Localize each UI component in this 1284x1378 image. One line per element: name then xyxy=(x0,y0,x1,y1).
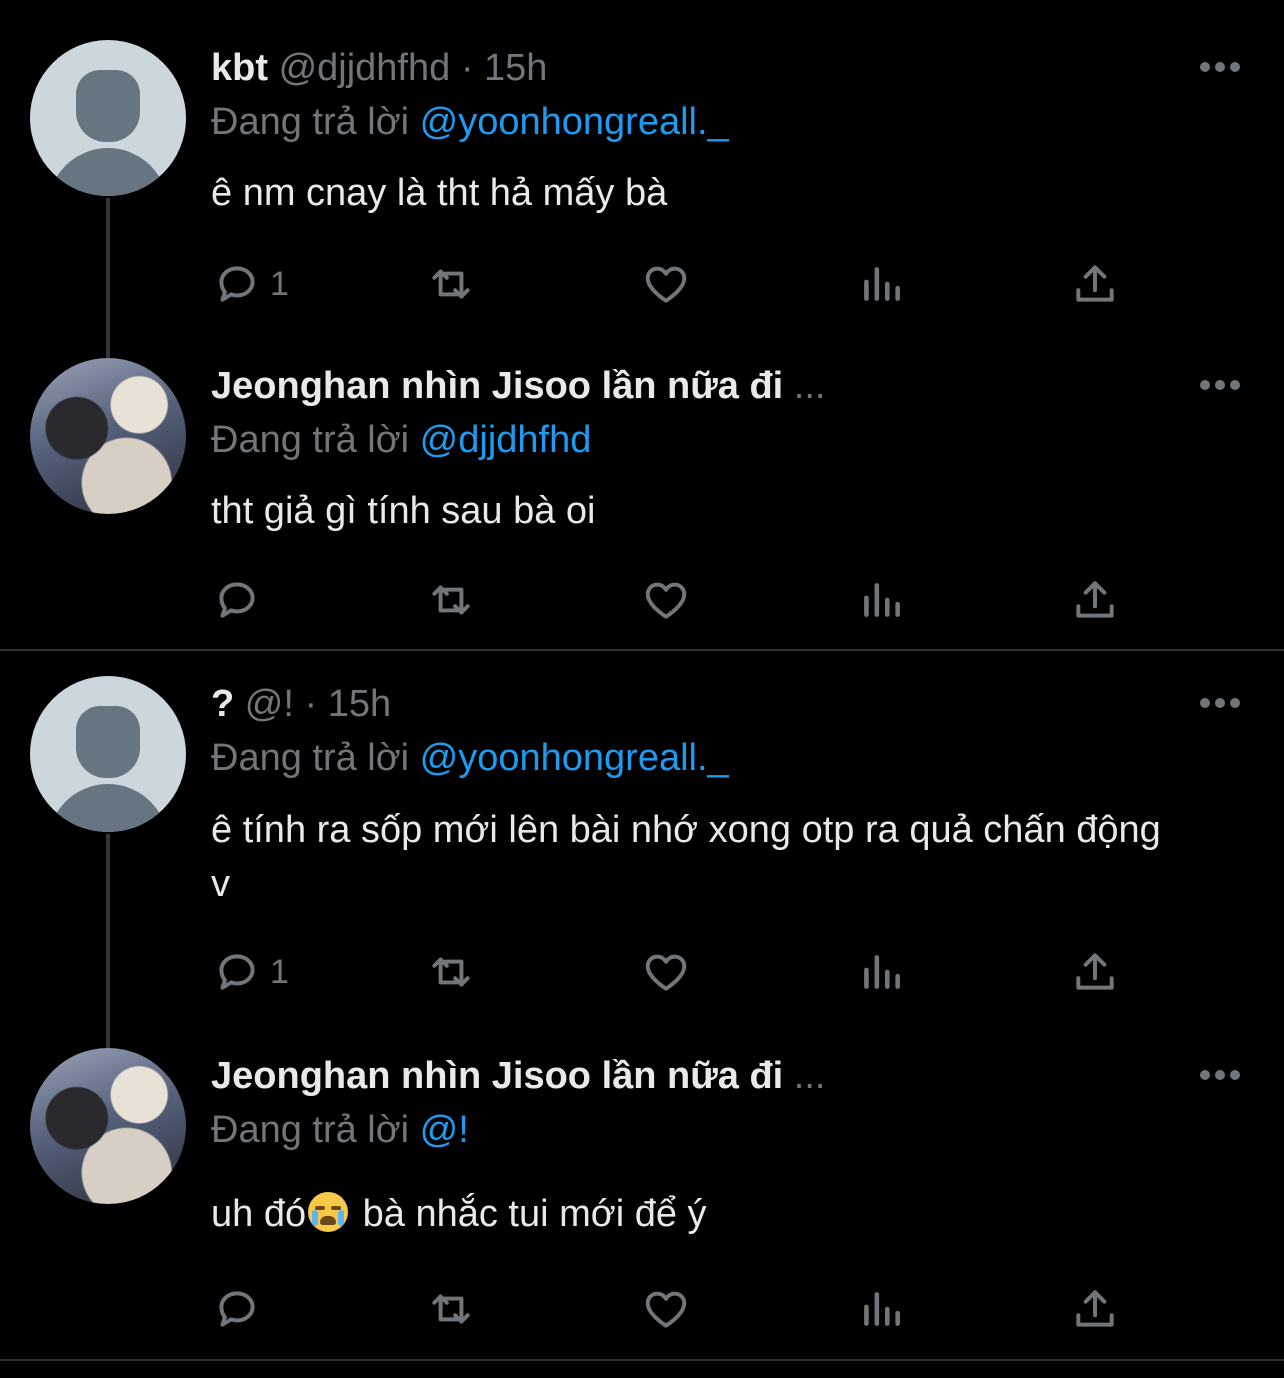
share-button[interactable] xyxy=(1070,942,1120,1002)
share-icon xyxy=(1070,575,1120,625)
like-button[interactable] xyxy=(641,942,691,1002)
reply-icon xyxy=(212,259,262,309)
tweet-1[interactable]: kbt @djjdhfhd · 15h Đang trả lời @yoonho… xyxy=(0,0,1284,358)
name-ellipsis: ... xyxy=(793,365,826,407)
avatar[interactable] xyxy=(30,40,186,196)
name-ellipsis: ... xyxy=(793,1055,826,1097)
handle[interactable]: @djjdhfhd xyxy=(279,47,451,89)
tweet-header: kbt @djjdhfhd · 15h xyxy=(211,40,547,96)
reply-button[interactable] xyxy=(212,570,262,630)
reply-mention[interactable]: @djjdhfhd xyxy=(420,419,592,461)
action-bar xyxy=(0,1279,1284,1339)
more-icon[interactable] xyxy=(1200,698,1240,710)
retweet-button[interactable] xyxy=(426,942,476,1002)
display-name[interactable]: kbt xyxy=(211,47,268,89)
display-name[interactable]: ? xyxy=(211,683,234,725)
more-icon[interactable] xyxy=(1200,1070,1240,1082)
action-bar xyxy=(0,570,1284,630)
timestamp[interactable]: 15h xyxy=(484,47,547,89)
views-icon xyxy=(856,259,906,309)
views-icon xyxy=(856,947,906,997)
reply-icon xyxy=(212,575,262,625)
handle[interactable]: @! xyxy=(245,683,294,725)
crying-emoji-icon xyxy=(308,1192,349,1232)
separator: · xyxy=(304,683,318,725)
action-bar: 1 xyxy=(0,942,1284,1002)
reply-button[interactable] xyxy=(212,1279,262,1339)
views-button[interactable] xyxy=(856,942,906,1002)
retweet-icon xyxy=(426,575,476,625)
action-bar: 1 xyxy=(0,254,1284,314)
retweet-icon xyxy=(426,1284,476,1334)
like-button[interactable] xyxy=(641,570,691,630)
reply-button[interactable]: 1 xyxy=(212,254,289,314)
share-button[interactable] xyxy=(1070,254,1120,314)
tweet-header: Jeonghan nhìn Jisoo lần nữa đi ... xyxy=(211,358,825,414)
display-name[interactable]: Jeonghan nhìn Jisoo lần nữa đi xyxy=(211,365,783,407)
replying-to-label: Đang trả lời xyxy=(211,419,410,461)
share-button[interactable] xyxy=(1070,1279,1120,1339)
tweet-text: tht giả gì tính sau bà oi xyxy=(211,490,596,532)
like-button[interactable] xyxy=(641,254,691,314)
separator: · xyxy=(460,47,474,89)
tweet-text-start: uh đó xyxy=(211,1193,307,1235)
replying-to-label: Đang trả lời xyxy=(211,737,410,779)
reply-button[interactable]: 1 xyxy=(212,942,289,1002)
tweet-2[interactable]: Jeonghan nhìn Jisoo lần nữa đi ... Đang … xyxy=(0,330,1284,650)
reply-mention[interactable]: @yoonhongreall._ xyxy=(420,101,729,143)
avatar[interactable] xyxy=(30,1048,186,1204)
thread-divider xyxy=(0,1359,1284,1361)
more-icon[interactable] xyxy=(1200,62,1240,74)
timestamp[interactable]: 15h xyxy=(328,683,391,725)
views-button[interactable] xyxy=(856,570,906,630)
heart-icon xyxy=(641,947,691,997)
views-icon xyxy=(856,575,906,625)
replying-to: Đang trả lời @yoonhongreall._ xyxy=(211,94,729,150)
reply-mention[interactable]: @! xyxy=(420,1109,469,1151)
reply-icon xyxy=(212,1284,262,1334)
share-icon xyxy=(1070,947,1120,997)
tweet-text-end: bà nhắc tui mới để ý xyxy=(352,1193,707,1235)
replying-to-label: Đang trả lời xyxy=(211,101,410,143)
avatar[interactable] xyxy=(30,358,186,514)
reply-icon xyxy=(212,947,262,997)
views-icon xyxy=(856,1284,906,1334)
replying-to: Đang trả lời @! xyxy=(211,1102,469,1158)
more-icon[interactable] xyxy=(1200,380,1240,392)
replying-to: Đang trả lời @djjdhfhd xyxy=(211,412,591,468)
tweet-4[interactable]: Jeonghan nhìn Jisoo lần nữa đi ... Đang … xyxy=(0,1021,1284,1358)
display-name[interactable]: Jeonghan nhìn Jisoo lần nữa đi xyxy=(211,1055,783,1097)
replying-to-label: Đang trả lời xyxy=(211,1109,410,1151)
retweet-button[interactable] xyxy=(426,570,476,630)
tweet-3[interactable]: ? @! · 15h Đang trả lời @yoonhongreall._… xyxy=(0,651,1284,1049)
avatar[interactable] xyxy=(30,676,186,832)
retweet-icon xyxy=(426,259,476,309)
replying-to: Đang trả lời @yoonhongreall._ xyxy=(211,730,729,786)
retweet-button[interactable] xyxy=(426,254,476,314)
tweet-text: ê tính ra sốp mới lên bài nhớ xong otp r… xyxy=(211,809,1161,905)
tweet-text: uh đó bà nhắc tui mới để ý xyxy=(211,1187,1171,1241)
reply-count: 1 xyxy=(270,952,289,991)
share-button[interactable] xyxy=(1070,570,1120,630)
share-icon xyxy=(1070,259,1120,309)
heart-icon xyxy=(641,1284,691,1334)
share-icon xyxy=(1070,1284,1120,1334)
tweet-header: ? @! · 15h xyxy=(211,676,391,732)
tweet-header: Jeonghan nhìn Jisoo lần nữa đi ... xyxy=(211,1048,825,1104)
heart-icon xyxy=(641,259,691,309)
like-button[interactable] xyxy=(641,1279,691,1339)
views-button[interactable] xyxy=(856,254,906,314)
views-button[interactable] xyxy=(856,1279,906,1339)
retweet-button[interactable] xyxy=(426,1279,476,1339)
reply-mention[interactable]: @yoonhongreall._ xyxy=(420,737,729,779)
heart-icon xyxy=(641,575,691,625)
reply-count: 1 xyxy=(270,264,289,303)
retweet-icon xyxy=(426,947,476,997)
tweet-text: ê nm cnay là tht hả mấy bà xyxy=(211,172,668,214)
